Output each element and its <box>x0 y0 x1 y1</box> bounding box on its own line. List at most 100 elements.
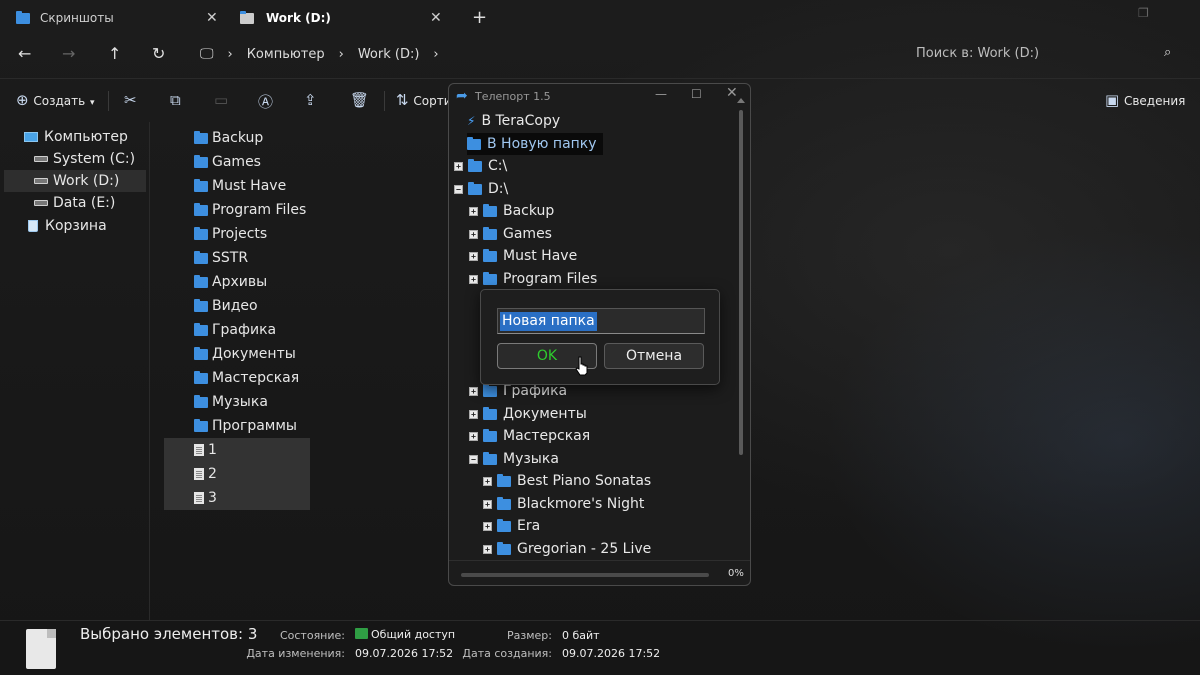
tree-node[interactable]: + Документы <box>469 403 587 425</box>
folder-item[interactable]: Архивы <box>164 270 310 294</box>
close-icon[interactable]: ✕ <box>206 10 218 26</box>
search-icon[interactable]: ⌕ <box>1164 45 1171 60</box>
folder-item[interactable]: Документы <box>164 342 310 366</box>
tree-node[interactable]: + Blackmore's Night <box>483 493 644 515</box>
folder-item[interactable]: Program Files <box>164 198 310 222</box>
expand-icon[interactable]: + <box>483 499 492 509</box>
file-item[interactable]: 2 <box>164 462 310 486</box>
expand-icon[interactable]: + <box>469 229 478 239</box>
folder-item[interactable]: Projects <box>164 222 310 246</box>
restore-window-button[interactable]: ❐ <box>1138 6 1149 20</box>
tree-node[interactable]: + Games <box>469 223 552 245</box>
expand-icon[interactable]: + <box>469 386 478 396</box>
tree-node[interactable]: + Era <box>483 515 540 537</box>
breadcrumb-computer[interactable]: Компьютер <box>247 47 325 62</box>
drive-icon <box>34 200 48 206</box>
tab-screenshots[interactable]: Скриншоты ✕ <box>16 3 226 33</box>
delete-icon[interactable]: 🗑 <box>350 91 369 109</box>
progress-bar <box>461 573 709 577</box>
item-label: Музыка <box>212 394 268 410</box>
nav-item-computer[interactable]: Компьютер <box>24 126 166 148</box>
folder-item[interactable]: Must Have <box>164 174 310 198</box>
back-arrow-icon[interactable]: ← <box>18 44 31 63</box>
new-folder-dialog: Новая папка OK Отмена <box>480 289 720 385</box>
folder-item[interactable]: Backup <box>164 126 310 150</box>
file-item[interactable]: 1 <box>164 438 310 462</box>
tree-node[interactable]: − D:\ <box>454 178 508 200</box>
tree-action[interactable]: ⚡ В TeraCopy <box>467 110 560 132</box>
search-input[interactable]: Поиск в: Work (D:) <box>916 46 1039 61</box>
new-tab-button[interactable]: + <box>472 7 487 28</box>
tree-label: В Новую папку <box>487 136 597 152</box>
tree-node[interactable]: + Backup <box>469 200 554 222</box>
tree-node[interactable]: + Must Have <box>469 245 577 267</box>
expand-icon[interactable]: + <box>469 431 478 441</box>
folder-name-input[interactable] <box>497 308 705 334</box>
forward-arrow-icon[interactable]: → <box>62 44 75 63</box>
scrollbar-thumb[interactable] <box>739 110 743 455</box>
tab-work-d[interactable]: Work (D:) ✕ <box>240 3 448 33</box>
expand-icon[interactable]: + <box>454 161 463 171</box>
item-label: Games <box>212 154 261 170</box>
refresh-icon[interactable]: ↻ <box>152 44 165 63</box>
nav-item-recycle-bin[interactable]: Корзина <box>4 215 146 237</box>
chevron-right-icon[interactable]: › <box>433 47 438 62</box>
details-pane-button[interactable]: ▣ Сведения <box>1105 91 1185 109</box>
sort-button[interactable]: ⇅ Сорти <box>396 91 452 109</box>
tree-label: Blackmore's Night <box>517 496 645 512</box>
breadcrumb-work-d[interactable]: Work (D:) <box>358 47 420 62</box>
folder-icon <box>497 473 511 487</box>
tree-action[interactable]: В Новую папку <box>467 133 603 155</box>
tree-node[interactable]: + C:\ <box>454 155 507 177</box>
chevron-right-icon[interactable]: › <box>339 47 344 62</box>
rename-icon[interactable]: Ⓐ <box>258 91 273 112</box>
expand-icon[interactable]: + <box>483 521 492 531</box>
size-label: Размер: <box>507 629 552 642</box>
cancel-button[interactable]: Отмена <box>604 343 704 369</box>
expand-icon[interactable]: + <box>469 274 478 284</box>
expand-icon[interactable]: + <box>469 251 478 261</box>
nav-item-work-d[interactable]: Work (D:) <box>4 170 146 192</box>
folder-item[interactable]: Games <box>164 150 310 174</box>
folder-item[interactable]: Графика <box>164 318 310 342</box>
folder-item[interactable]: SSTR <box>164 246 310 270</box>
tree-node[interactable]: + Мастерская <box>469 425 590 447</box>
folder-icon <box>194 202 208 216</box>
collapse-icon[interactable]: − <box>469 454 478 464</box>
create-button[interactable]: ⊕ Создать ▾ <box>16 91 95 109</box>
share-icon[interactable]: ⇪ <box>304 91 317 109</box>
expand-icon[interactable]: + <box>469 409 478 419</box>
chevron-right-icon[interactable]: › <box>228 47 233 62</box>
nav-item-system-c[interactable]: System (C:) <box>4 148 146 170</box>
file-item[interactable]: 3 <box>164 486 310 510</box>
tree-node[interactable]: + Best Piano Sonatas <box>483 470 651 492</box>
tree-node[interactable]: − Музыка <box>469 448 559 470</box>
expand-icon[interactable]: + <box>469 206 478 216</box>
collapse-icon[interactable]: − <box>454 184 463 194</box>
tree-label: Музыка <box>503 451 559 467</box>
close-button[interactable]: ✕ <box>726 85 738 101</box>
monitor-icon[interactable]: 🖵 <box>200 46 214 62</box>
expand-icon[interactable]: + <box>483 544 492 554</box>
up-arrow-icon[interactable]: ↑ <box>108 44 121 63</box>
folder-item[interactable]: Музыка <box>164 390 310 414</box>
minimize-button[interactable]: — <box>655 87 667 101</box>
tree-label: Gregorian - 25 Live <box>517 541 652 557</box>
scroll-up-arrow[interactable] <box>737 98 745 103</box>
folder-item[interactable]: Мастерская <box>164 366 310 390</box>
cut-icon[interactable]: ✂ <box>124 91 137 109</box>
tree-node[interactable]: + Gregorian - 25 Live <box>483 538 651 560</box>
maximize-button[interactable]: ☐ <box>691 87 702 101</box>
copy-icon[interactable]: ⧉ <box>170 91 181 109</box>
nav-item-data-e[interactable]: Data (E:) <box>4 192 146 214</box>
expand-icon[interactable]: + <box>483 476 492 486</box>
folder-icon <box>468 181 482 195</box>
folder-item[interactable]: Программы <box>164 414 310 438</box>
close-icon[interactable]: ✕ <box>430 10 442 26</box>
folder-icon <box>16 10 30 24</box>
item-label: 3 <box>208 490 217 506</box>
folder-item[interactable]: Видео <box>164 294 310 318</box>
tree-node[interactable]: + Program Files <box>469 268 597 290</box>
paste-icon[interactable]: ▭ <box>214 91 228 109</box>
lightning-icon: ⚡ <box>467 114 476 128</box>
